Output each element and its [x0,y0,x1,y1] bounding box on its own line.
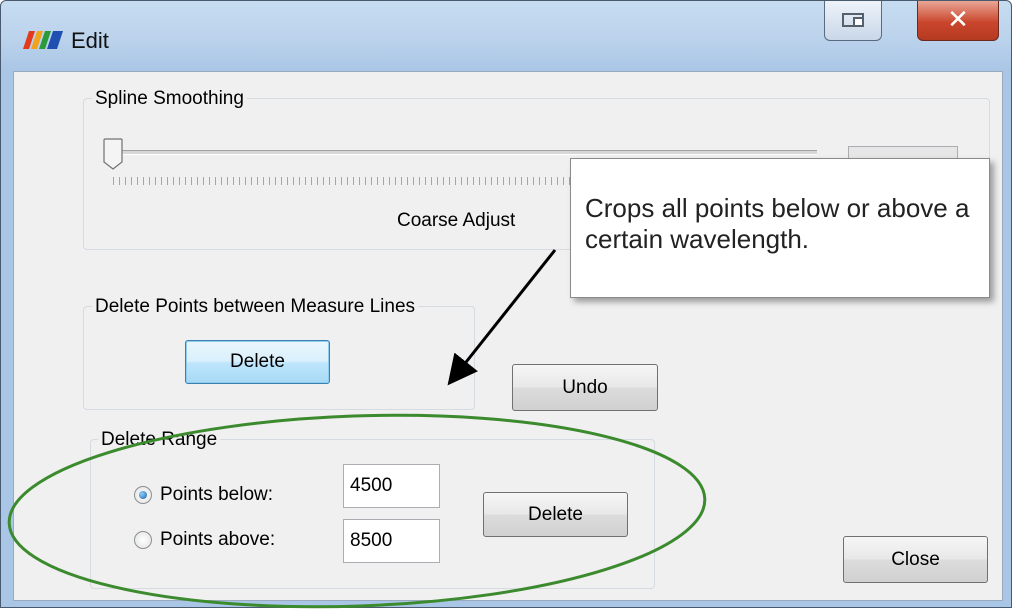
points-above-radio[interactable] [134,531,152,549]
coarse-adjust-track[interactable] [112,150,817,155]
points-below-label[interactable]: Points below: [160,484,273,506]
delete-range-label: Delete Range [98,429,221,451]
points-above-label[interactable]: Points above: [160,529,275,551]
coarse-adjust-ticks [113,177,573,185]
spline-smoothing-label: Spline Smoothing [92,88,247,110]
close-icon: ✕ [947,5,969,35]
title-bar[interactable]: Edit ✕ [1,1,1011,71]
restore-button[interactable] [824,1,882,41]
delete-between-button[interactable]: Delete [185,340,330,384]
annotation-callout: Crops all points below or above a certai… [570,158,990,298]
delete-range-button[interactable]: Delete [483,492,628,537]
points-below-input[interactable] [343,464,440,508]
spectrum-app-icon [23,31,63,49]
close-button[interactable]: Close [843,536,988,583]
coarse-adjust-caption: Coarse Adjust [397,210,516,231]
points-above-input[interactable] [343,519,440,563]
window-title: Edit [71,28,109,53]
window-close-button[interactable]: ✕ [917,1,999,41]
points-below-radio[interactable] [134,486,152,504]
undo-button[interactable]: Undo [512,364,658,411]
delete-between-label: Delete Points between Measure Lines [92,296,419,318]
coarse-adjust-thumb[interactable] [103,138,123,170]
restore-icon [842,13,864,27]
